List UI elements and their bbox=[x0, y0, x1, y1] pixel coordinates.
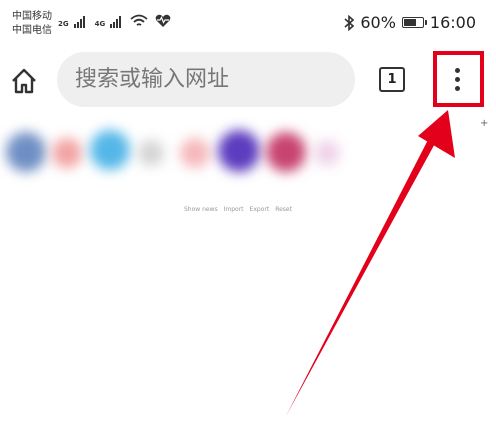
annotation-arrow-icon bbox=[286, 110, 455, 416]
